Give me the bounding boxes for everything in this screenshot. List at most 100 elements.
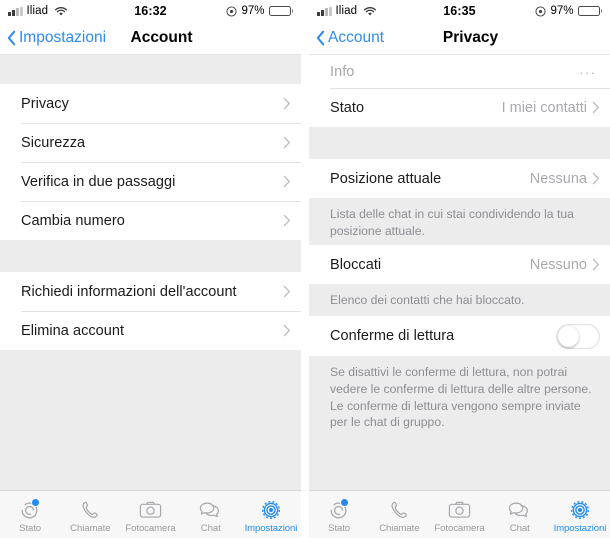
status-bar-left-group: Iliad (317, 5, 377, 17)
nav-bar-privacy: Account Privacy (309, 22, 610, 55)
group-spacer-middle (0, 240, 301, 272)
wifi-icon (363, 6, 377, 17)
status-bar-left-group: Iliad (8, 5, 68, 17)
row-sicurezza[interactable]: Sicurezza (0, 123, 301, 162)
status-bar-left: Iliad 16:32 97% (0, 0, 301, 22)
conferme-di-lettura-toggle[interactable] (556, 323, 600, 349)
tab-label: Chat (200, 523, 221, 534)
tab-chat[interactable]: Chat (181, 491, 241, 538)
group-spacer-top (0, 55, 301, 84)
battery-percent: 97% (550, 5, 574, 17)
row-label: Conferme di lettura (330, 328, 455, 344)
chevron-right-icon (283, 324, 291, 337)
row-label: Cambia numero (21, 212, 125, 229)
gear-icon (569, 498, 591, 522)
tab-bar-right: Stato Chiamate Fotocamera Chat Impostazi… (309, 490, 610, 538)
back-button-account[interactable]: Account (309, 29, 384, 47)
tab-label: Impostazioni (553, 523, 607, 534)
row-cambia-numero[interactable]: Cambia numero (0, 201, 301, 240)
tab-stato[interactable]: Stato (309, 491, 369, 538)
row-privacy[interactable]: Privacy (0, 84, 301, 123)
chevron-right-icon (283, 136, 291, 149)
privacy-group-1: Info ··· Stato I miei contatti (309, 55, 610, 127)
cellular-bars-icon (8, 6, 23, 16)
alarm-clock-icon (226, 5, 238, 17)
account-group-2: Richiedi informazioni dell'account Elimi… (0, 272, 301, 350)
tab-fotocamera[interactable]: Fotocamera (429, 491, 489, 538)
row-value: I miei contatti (501, 99, 587, 116)
row-label: Info (330, 63, 355, 80)
carrier-name: Iliad (335, 5, 358, 17)
chevron-right-icon (592, 101, 600, 114)
tab-chiamate[interactable]: Chiamate (369, 491, 429, 538)
tab-label: Chiamate (70, 523, 111, 534)
row-value: Nessuno (529, 256, 587, 273)
row-label: Stato (330, 99, 365, 116)
chevron-left-icon (315, 29, 326, 47)
row-label: Verifica in due passaggi (21, 173, 176, 190)
tab-label: Fotocamera (434, 523, 485, 534)
back-button-impostazioni[interactable]: Impostazioni (0, 29, 106, 47)
tab-chiamate[interactable]: Chiamate (60, 491, 120, 538)
row-stato[interactable]: Stato I miei contatti (309, 88, 610, 127)
row-bloccati[interactable]: Bloccati Nessuno (309, 245, 610, 284)
chevron-right-icon (592, 172, 600, 185)
group-spacer-1 (309, 127, 610, 159)
footnote-posizione: Lista delle chat in cui stai condividend… (309, 198, 610, 245)
account-group-1: Privacy Sicurezza Verifica in due passag… (0, 84, 301, 240)
tab-bar-left: Stato Chiamate Fotocamera Chat Impostazi… (0, 490, 301, 538)
tab-fotocamera[interactable]: Fotocamera (120, 491, 180, 538)
phone-icon (388, 498, 410, 522)
status-bar-right: Iliad 16:35 97% (309, 0, 610, 22)
carrier-name: Iliad (26, 5, 49, 17)
row-verifica-in-due-passaggi[interactable]: Verifica in due passaggi (0, 162, 301, 201)
chevron-right-icon (283, 214, 291, 227)
settings-list-privacy[interactable]: Info ··· Stato I miei contatti Posizione… (309, 55, 610, 490)
status-bar-right-group: 97% (226, 5, 293, 17)
privacy-group-3: Bloccati Nessuno (309, 245, 610, 284)
battery-icon (268, 6, 293, 16)
chat-bubbles-icon (508, 498, 531, 522)
row-conferme-di-lettura[interactable]: Conferme di lettura (309, 316, 610, 356)
back-button-label: Account (328, 29, 385, 46)
nav-bar-account: Impostazioni Account (0, 22, 301, 55)
tab-stato[interactable]: Stato (0, 491, 60, 538)
row-info[interactable]: Info ··· (309, 55, 610, 88)
status-rings-icon (19, 498, 41, 522)
tab-label: Fotocamera (125, 523, 176, 534)
phone-icon (79, 498, 101, 522)
phone-screen-account: Iliad 16:32 97% Impostazioni Account Pri… (0, 0, 301, 538)
row-richiedi-informazioni-account[interactable]: Richiedi informazioni dell'account (0, 272, 301, 311)
row-value: Nessuna (529, 170, 587, 187)
camera-icon (448, 498, 471, 522)
tab-impostazioni[interactable]: Impostazioni (550, 491, 610, 538)
panel-divider (301, 0, 309, 538)
chevron-right-icon (283, 285, 291, 298)
row-label: Richiedi informazioni dell'account (21, 283, 237, 300)
chevron-right-icon (283, 175, 291, 188)
alarm-clock-icon (535, 5, 547, 17)
row-posizione-attuale[interactable]: Posizione attuale Nessuna (309, 159, 610, 198)
tab-chat[interactable]: Chat (490, 491, 550, 538)
settings-list-account[interactable]: Privacy Sicurezza Verifica in due passag… (0, 55, 301, 490)
toggle-knob (558, 325, 579, 347)
status-bar-right-group: 97% (535, 5, 602, 17)
chevron-left-icon (6, 29, 17, 47)
tab-label: Stato (19, 523, 42, 534)
row-label: Posizione attuale (330, 170, 442, 187)
cellular-bars-icon (317, 6, 332, 16)
group-spacer-bottom (0, 350, 301, 470)
battery-percent: 97% (241, 5, 265, 17)
battery-icon (577, 6, 602, 16)
group-spacer-bottom (309, 441, 610, 482)
tab-impostazioni[interactable]: Impostazioni (241, 491, 301, 538)
screenshot-stage: Iliad 16:32 97% Impostazioni Account Pri… (0, 0, 610, 538)
phone-screen-privacy: Iliad 16:35 97% Account Privacy Info ···… (309, 0, 610, 538)
row-label: Elimina account (21, 322, 125, 339)
tab-label: Chiamate (379, 523, 420, 534)
privacy-group-2: Posizione attuale Nessuna (309, 159, 610, 198)
wifi-icon (54, 6, 68, 17)
row-elimina-account[interactable]: Elimina account (0, 311, 301, 350)
chevron-right-icon (592, 258, 600, 271)
chevron-right-icon (283, 97, 291, 110)
